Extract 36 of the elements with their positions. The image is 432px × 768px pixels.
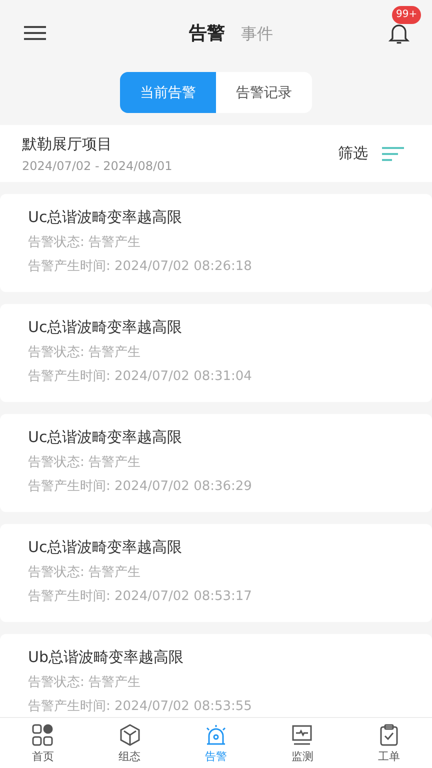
filter-button[interactable]: 筛选 bbox=[338, 144, 404, 163]
alarm-title: Uc总谐波畸变率越高限 bbox=[28, 538, 184, 557]
alarm-title: Uc总谐波畸变率越高限 bbox=[28, 318, 184, 337]
notification-badge: 99+ bbox=[392, 6, 422, 24]
header-tab[interactable]: 告警 bbox=[189, 21, 225, 45]
alarm-status: 告警状态: 告警产生 bbox=[28, 564, 142, 581]
alarm-time: 告警产生时间: 2024/07/02 08:26:18 bbox=[28, 258, 253, 275]
alarm-card[interactable]: Ub总谐波畸变率越高限 告警状态: 告警产生 告警产生时间: 2024/07/02 08:53:55 bbox=[0, 634, 432, 717]
alarm-status: 告警状态: 告警产生 bbox=[28, 454, 142, 471]
alarm-time: 告警产生时间: 2024/07/02 08:53:55 bbox=[28, 698, 253, 715]
alarm-title: Ub总谐波畸变率越高限 bbox=[28, 648, 185, 667]
alarm-status: 告警状态: 告警产生 bbox=[28, 344, 142, 361]
alarm-status: 告警状态: 告警产生 bbox=[28, 234, 142, 251]
project-name: 默勒展厅项目 bbox=[22, 134, 113, 154]
nav-tab[interactable]: 组态 bbox=[100, 722, 160, 764]
nav-tab[interactable]: 监测 bbox=[272, 722, 332, 764]
filter-icon bbox=[382, 146, 404, 160]
alarm-card[interactable]: Uc总谐波畸变率越高限 告警状态: 告警产生 告警产生时间: 2024/07/02 08:31:04 bbox=[0, 304, 432, 402]
grid-icon bbox=[31, 722, 56, 746]
alarm-title: Uc总谐波畸变率越高限 bbox=[28, 428, 184, 447]
alarm-card[interactable]: Uc总谐波畸变率越高限 告警状态: 告警产生 告警产生时间: 2024/07/02 08:26:18 bbox=[0, 194, 432, 292]
siren-icon bbox=[204, 722, 228, 746]
nav-tab[interactable]: 工单 bbox=[358, 722, 419, 764]
alarm-card[interactable]: Uc总谐波畸变率越高限 告警状态: 告警产生 告警产生时间: 2024/07/02 08:53:17 bbox=[0, 524, 432, 622]
alarm-status: 告警状态: 告警产生 bbox=[28, 674, 142, 691]
alarm-time: 告警产生时间: 2024/07/02 08:31:04 bbox=[28, 368, 253, 385]
menu-button[interactable] bbox=[24, 25, 46, 41]
date-range: 2024/07/02 - 2024/08/01 bbox=[22, 158, 172, 172]
alarm-time: 告警产生时间: 2024/07/02 08:36:29 bbox=[28, 478, 253, 495]
segment-tab[interactable]: 告警记录 bbox=[216, 72, 312, 113]
alarm-title: Uc总谐波畸变率越高限 bbox=[28, 208, 184, 227]
alarm-time: 告警产生时间: 2024/07/02 08:53:17 bbox=[28, 588, 253, 605]
alarm-card[interactable]: Uc总谐波畸变率越高限 告警状态: 告警产生 告警产生时间: 2024/07/02 08:36:29 bbox=[0, 414, 432, 512]
monitor-icon bbox=[290, 722, 314, 746]
cube-icon bbox=[118, 722, 142, 746]
nav-tab[interactable]: 首页 bbox=[13, 722, 74, 764]
